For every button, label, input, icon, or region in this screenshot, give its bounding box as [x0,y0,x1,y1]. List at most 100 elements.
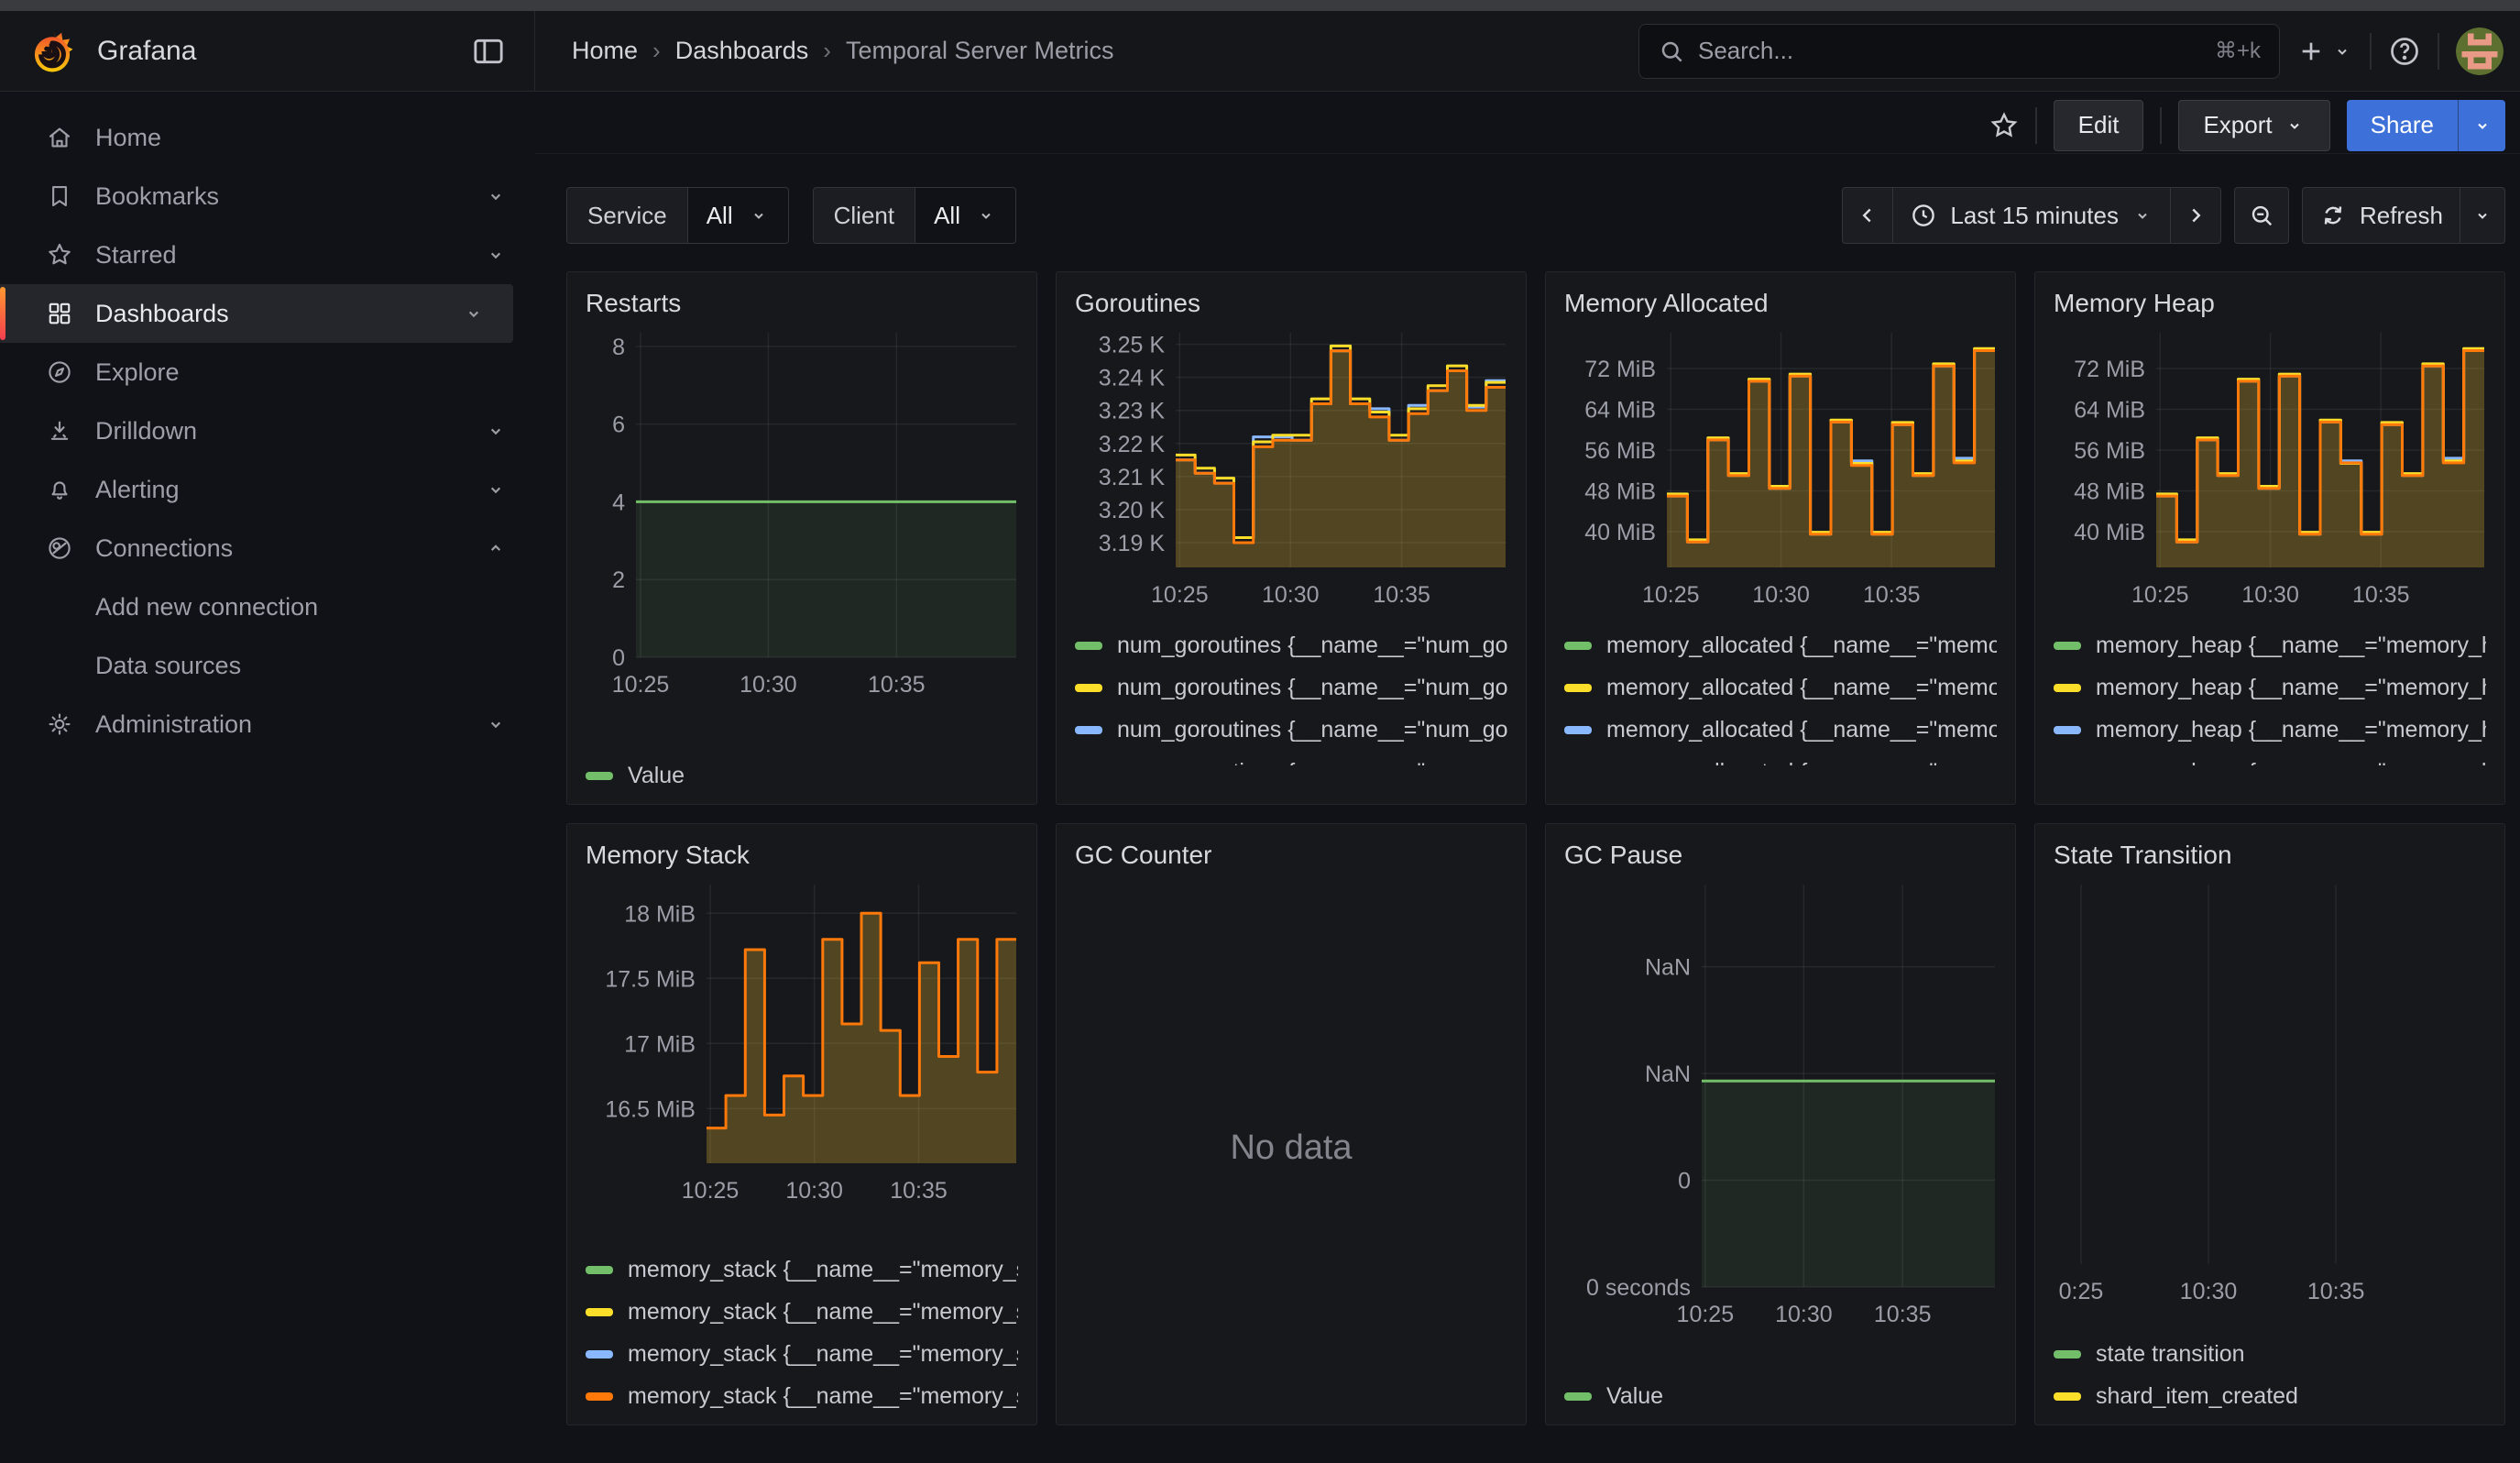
legend-item[interactable]: memory_stack {__name__="memory_s [586,1291,1018,1333]
dashboards-grid-icon [46,300,73,327]
client-filter-label: Client [814,188,915,243]
legend-item[interactable]: shard_item_created [2054,1375,2486,1417]
legend-item[interactable]: Value [1564,1375,1997,1417]
legend-item[interactable]: memory_allocated {__name__="memo [1564,666,1997,709]
share-button[interactable]: Share [2347,100,2458,151]
chart-gc-pause[interactable]: 0 seconds0NaNNaN10:2510:3010:35 [1564,879,1997,1335]
legend-swatch [2054,684,2081,692]
help-icon[interactable] [2388,35,2421,68]
chart-state-transition[interactable]: 0:2510:3010:35 [2054,879,2486,1312]
chevron-down-icon[interactable] [462,302,486,325]
sidebar-item-drilldown[interactable]: Drilldown [0,402,535,460]
favorite-star-icon[interactable] [1989,111,2019,140]
chart-memory-heap[interactable]: 40 MiB48 MiB56 MiB64 MiB72 MiB10:2510:30… [2054,327,2486,615]
service-filter: Service All [566,187,789,244]
grafana-logo-icon[interactable] [27,27,77,76]
legend-swatch [2054,642,2081,650]
panel-title[interactable]: Restarts [586,289,1018,318]
add-new-button[interactable] [2296,37,2353,66]
panel-title[interactable]: GC Pause [1564,841,1997,870]
legend-label: memory_heap {__name__="memory_h [2096,759,2486,766]
x-tick-label: 10:30 [2241,582,2299,608]
panel-title[interactable]: Goroutines [1075,289,1507,318]
panel-title[interactable]: State Transition [2054,841,2486,870]
legend-item[interactable]: num_goroutines {__name__="num_go [1075,624,1507,666]
export-button[interactable]: Export [2178,100,2329,151]
avatar[interactable] [2456,28,2504,75]
legend-item[interactable]: num_goroutines {__name__="num_go [1075,709,1507,751]
x-tick-label: 10:30 [1752,582,1810,608]
share-options-chevron[interactable] [2458,100,2505,151]
service-filter-value[interactable]: All [687,188,788,243]
x-tick-label: 10:35 [2352,582,2410,608]
legend-item[interactable]: memory_heap {__name__="memory_h [2054,666,2486,709]
search-input-wrap[interactable]: ⌘+k [1638,24,2280,79]
legend-item[interactable]: memory_allocated {__name__="memo [1564,624,1997,666]
y-tick-label: 72 MiB [1584,357,1656,382]
sidebar-item-data-sources[interactable]: Data sources [0,636,535,695]
legend-swatch [2054,1350,2081,1358]
panel-title[interactable]: Memory Heap [2054,289,2486,318]
legend-item[interactable]: Value [586,754,1018,797]
search-input[interactable] [1698,37,2202,65]
panel-title[interactable]: Memory Stack [586,841,1018,870]
sidebar-item-add-new-connection[interactable]: Add new connection [0,578,535,636]
zoom-out-button[interactable] [2234,187,2289,244]
sidebar-toggle-icon[interactable] [470,33,507,70]
legend-item[interactable]: memory_stack {__name__="memory_s [586,1248,1018,1291]
legend-item[interactable]: memory_allocated {__name__="memo [1564,751,1997,765]
legend-swatch [1564,684,1592,692]
bookmark-icon [46,182,73,210]
sidebar-item-bookmarks[interactable]: Bookmarks [0,167,535,226]
sidebar-item-home[interactable]: Home [0,108,535,167]
y-tick-label: 64 MiB [1584,397,1656,423]
chart-memory-allocated[interactable]: 40 MiB48 MiB56 MiB64 MiB72 MiB10:2510:30… [1564,327,1997,615]
chevron-down-icon[interactable] [484,478,508,501]
time-forward-button[interactable] [2170,187,2221,244]
legend-item[interactable]: memory_allocated {__name__="memo [1564,709,1997,751]
panel-memory-stack: Memory Stack 16.5 MiB17 MiB17.5 MiB18 MiB… [566,823,1037,1425]
panel-title[interactable]: Memory Allocated [1564,289,1997,318]
sidebar-item-explore[interactable]: Explore [0,343,535,402]
chart-goroutines[interactable]: 3.19 K3.20 K3.21 K3.22 K3.23 K3.24 K3.25… [1075,327,1507,615]
sidebar-item-dashboards[interactable]: Dashboards [0,284,513,343]
chevron-up-icon[interactable] [484,536,508,560]
drilldown-icon [46,417,73,445]
chevron-down-icon[interactable] [484,243,508,267]
legend-item[interactable]: state transition [2054,1333,2486,1375]
edit-button[interactable]: Edit [2054,100,2144,151]
legend-label: memory_stack {__name__="memory_s [628,1257,1018,1283]
legend-item[interactable]: memory_heap {__name__="memory_h [2054,709,2486,751]
x-tick-label: 10:30 [785,1178,843,1204]
legend-item[interactable]: memory_stack {__name__="memory_s [586,1333,1018,1375]
chevron-down-icon[interactable] [484,419,508,443]
time-back-button[interactable] [1842,187,1893,244]
legend-item[interactable]: num_goroutines {__name__="num_go [1075,666,1507,709]
sidebar-item-connections[interactable]: Connections [0,519,535,578]
legend-item[interactable]: memory_stack {__name__="memory_s [586,1375,1018,1417]
chevron-down-icon[interactable] [484,184,508,208]
chevron-down-icon[interactable] [484,712,508,736]
legend-label: memory_heap {__name__="memory_h [2096,632,2486,659]
legend-item[interactable]: num_goroutines {__name__="num_go [1075,751,1507,765]
y-tick-label: 40 MiB [1584,520,1656,545]
legend-item[interactable]: memory_heap {__name__="memory_h [2054,624,2486,666]
y-tick-label: 56 MiB [1584,438,1656,464]
sidebar-item-starred[interactable]: Starred [0,226,535,284]
chart-memory-stack[interactable]: 16.5 MiB17 MiB17.5 MiB18 MiB10:2510:3010… [586,879,1018,1211]
legend-swatch [1075,684,1102,692]
sidebar-item-alerting[interactable]: Alerting [0,460,535,519]
sidebar-item-administration[interactable]: Administration [0,695,535,754]
breadcrumb-home[interactable]: Home [572,37,638,65]
refresh-button[interactable]: Refresh [2302,187,2460,244]
sidebar-item-label: Bookmarks [95,182,462,211]
panel-goroutines: Goroutines 3.19 K3.20 K3.21 K3.22 K3.23 K… [1056,271,1527,805]
client-filter-value[interactable]: All [915,188,1015,243]
breadcrumb-dashboards[interactable]: Dashboards [675,37,809,65]
chart-restarts[interactable]: 0246810:2510:3010:35 [586,327,1018,705]
panel-title[interactable]: GC Counter [1075,841,1507,870]
time-range-picker[interactable]: Last 15 minutes [1892,187,2171,244]
refresh-interval-chevron[interactable] [2460,187,2505,244]
legend-item[interactable]: memory_heap {__name__="memory_h [2054,751,2486,765]
legend-label: memory_heap {__name__="memory_h [2096,717,2486,743]
